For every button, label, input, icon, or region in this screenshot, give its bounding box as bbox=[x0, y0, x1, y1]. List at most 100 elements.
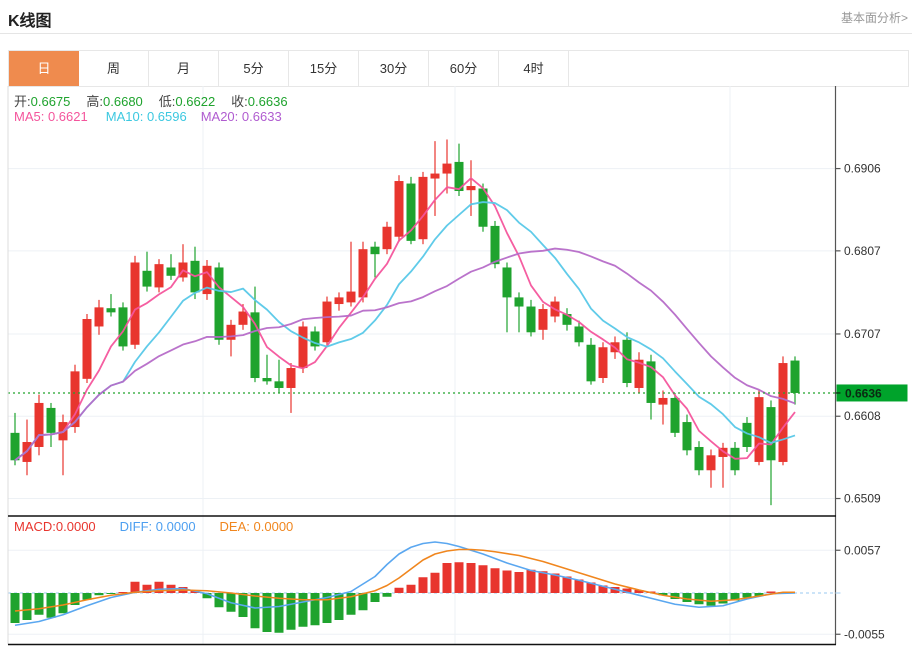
tabbar-filler bbox=[569, 51, 908, 86]
candle-body bbox=[514, 297, 524, 307]
macd-histogram-bar bbox=[718, 593, 728, 604]
ma10-readout: MA10: 0.6596 bbox=[105, 109, 187, 124]
macd-histogram-bar bbox=[706, 593, 716, 606]
price-axis-label: 0.6707 bbox=[844, 327, 881, 341]
candle-body bbox=[370, 246, 380, 255]
candle-body bbox=[766, 407, 776, 461]
candle-body bbox=[10, 432, 20, 461]
macd-histogram-bar bbox=[526, 569, 536, 593]
open-value: 0.6675 bbox=[30, 94, 71, 109]
macd-histogram-bar bbox=[94, 593, 104, 596]
candle-body bbox=[682, 422, 692, 451]
candle-body bbox=[526, 306, 536, 333]
candle-body bbox=[226, 324, 236, 340]
ma20-readout: MA20: 0.6633 bbox=[200, 109, 282, 124]
high-label: 高: bbox=[86, 94, 104, 109]
high-value: 0.6680 bbox=[103, 94, 143, 109]
macd-histogram-bar bbox=[106, 593, 116, 594]
candle-body bbox=[130, 262, 140, 345]
macd-histogram-bar bbox=[298, 593, 308, 627]
candle-body bbox=[694, 446, 704, 471]
macd-histogram-bar bbox=[34, 593, 44, 615]
candle-body bbox=[658, 397, 668, 405]
macd-histogram-bar bbox=[58, 593, 68, 614]
macd-histogram-bar bbox=[370, 593, 380, 602]
close-label: 收: bbox=[231, 94, 248, 109]
candle-body bbox=[490, 225, 500, 265]
price-axis-label: 0.6906 bbox=[844, 162, 881, 176]
tab-5min[interactable]: 5分 bbox=[219, 51, 289, 86]
ma5-readout: MA5: 0.6621 bbox=[14, 109, 88, 124]
candle-body bbox=[538, 309, 548, 330]
macd-histogram-bar bbox=[478, 565, 488, 593]
dea-line bbox=[14, 548, 795, 612]
macd-histogram-bar bbox=[22, 593, 32, 620]
open-label: 开: bbox=[14, 94, 31, 109]
header-divider bbox=[0, 33, 912, 34]
candle-body bbox=[466, 186, 476, 191]
candle-body bbox=[358, 249, 368, 298]
candle-body bbox=[322, 301, 332, 343]
macd-histogram-bar bbox=[694, 593, 704, 605]
interval-tabbar: 日 周 月 5分 15分 30分 60分 4时 bbox=[8, 50, 909, 87]
candle-body bbox=[622, 339, 632, 383]
candle-body bbox=[214, 267, 224, 340]
macd-histogram-bar bbox=[334, 593, 344, 620]
page-title: K线图 bbox=[8, 13, 52, 30]
candle-body bbox=[598, 347, 608, 379]
candle-body bbox=[346, 291, 356, 303]
tab-day[interactable]: 日 bbox=[9, 51, 79, 86]
candle-body bbox=[502, 267, 512, 298]
kline-chart-area[interactable]: 0.6906 0.6807 0.6707 0.6608 0.6509 0.6636 0.00… bbox=[0, 86, 912, 648]
tab-month[interactable]: 月 bbox=[149, 51, 219, 86]
candle-body bbox=[334, 297, 344, 305]
candle-body bbox=[586, 344, 596, 382]
macd-histogram-bar bbox=[358, 593, 368, 611]
candle-body bbox=[82, 319, 92, 379]
tab-30min[interactable]: 30分 bbox=[359, 51, 429, 86]
candle-body bbox=[574, 326, 584, 343]
tab-4hour[interactable]: 4时 bbox=[499, 51, 569, 86]
tab-week[interactable]: 周 bbox=[79, 51, 149, 86]
price-axis-label: 0.6807 bbox=[844, 244, 881, 258]
macd-histogram-bar bbox=[382, 593, 392, 597]
macd-axis-label: -0.0055 bbox=[844, 627, 885, 641]
macd-histogram-bar bbox=[10, 593, 20, 623]
candle-body bbox=[142, 270, 152, 287]
candle-body bbox=[790, 360, 800, 393]
candle-body bbox=[754, 397, 764, 462]
macd-histogram-bar bbox=[418, 577, 428, 593]
diff-value-readout: DIFF: 0.0000 bbox=[119, 519, 196, 534]
candle-body bbox=[394, 181, 404, 237]
macd-axis-label: 0.0057 bbox=[844, 543, 881, 557]
candle-body bbox=[382, 226, 392, 250]
macd-histogram-bar bbox=[46, 593, 56, 618]
candle-body bbox=[418, 176, 428, 240]
candle-body bbox=[250, 312, 260, 379]
current-price-tag-label: 0.6636 bbox=[845, 386, 882, 400]
kline-chart-svg: 0.6906 0.6807 0.6707 0.6608 0.6509 0.6636 0.00… bbox=[7, 86, 908, 646]
candle-body bbox=[262, 378, 272, 382]
candle-body bbox=[154, 264, 164, 288]
low-value: 0.6622 bbox=[175, 94, 216, 109]
candle-body bbox=[94, 307, 104, 327]
candle-body bbox=[442, 163, 452, 174]
price-axis-label: 0.6509 bbox=[844, 492, 881, 506]
candle-body bbox=[706, 455, 716, 471]
low-label: 低: bbox=[158, 94, 176, 109]
macd-value-readout: MACD:0.0000 bbox=[14, 519, 96, 534]
macd-histogram-bar bbox=[262, 593, 272, 632]
macd-histogram-bar bbox=[766, 591, 776, 593]
macd-histogram-bar bbox=[682, 593, 692, 602]
tab-60min[interactable]: 60分 bbox=[429, 51, 499, 86]
macd-histogram-bar bbox=[490, 568, 500, 593]
candle-body bbox=[46, 407, 56, 433]
macd-histogram-bar bbox=[514, 572, 524, 593]
macd-histogram-bar bbox=[250, 593, 260, 629]
price-axis-label: 0.6608 bbox=[844, 409, 881, 423]
macd-histogram-bar bbox=[502, 570, 512, 593]
tab-15min[interactable]: 15分 bbox=[289, 51, 359, 86]
fundamental-analysis-link[interactable]: 基本面分析> bbox=[841, 9, 908, 26]
macd-histogram-bar bbox=[454, 562, 464, 593]
macd-histogram-bar bbox=[406, 584, 416, 593]
